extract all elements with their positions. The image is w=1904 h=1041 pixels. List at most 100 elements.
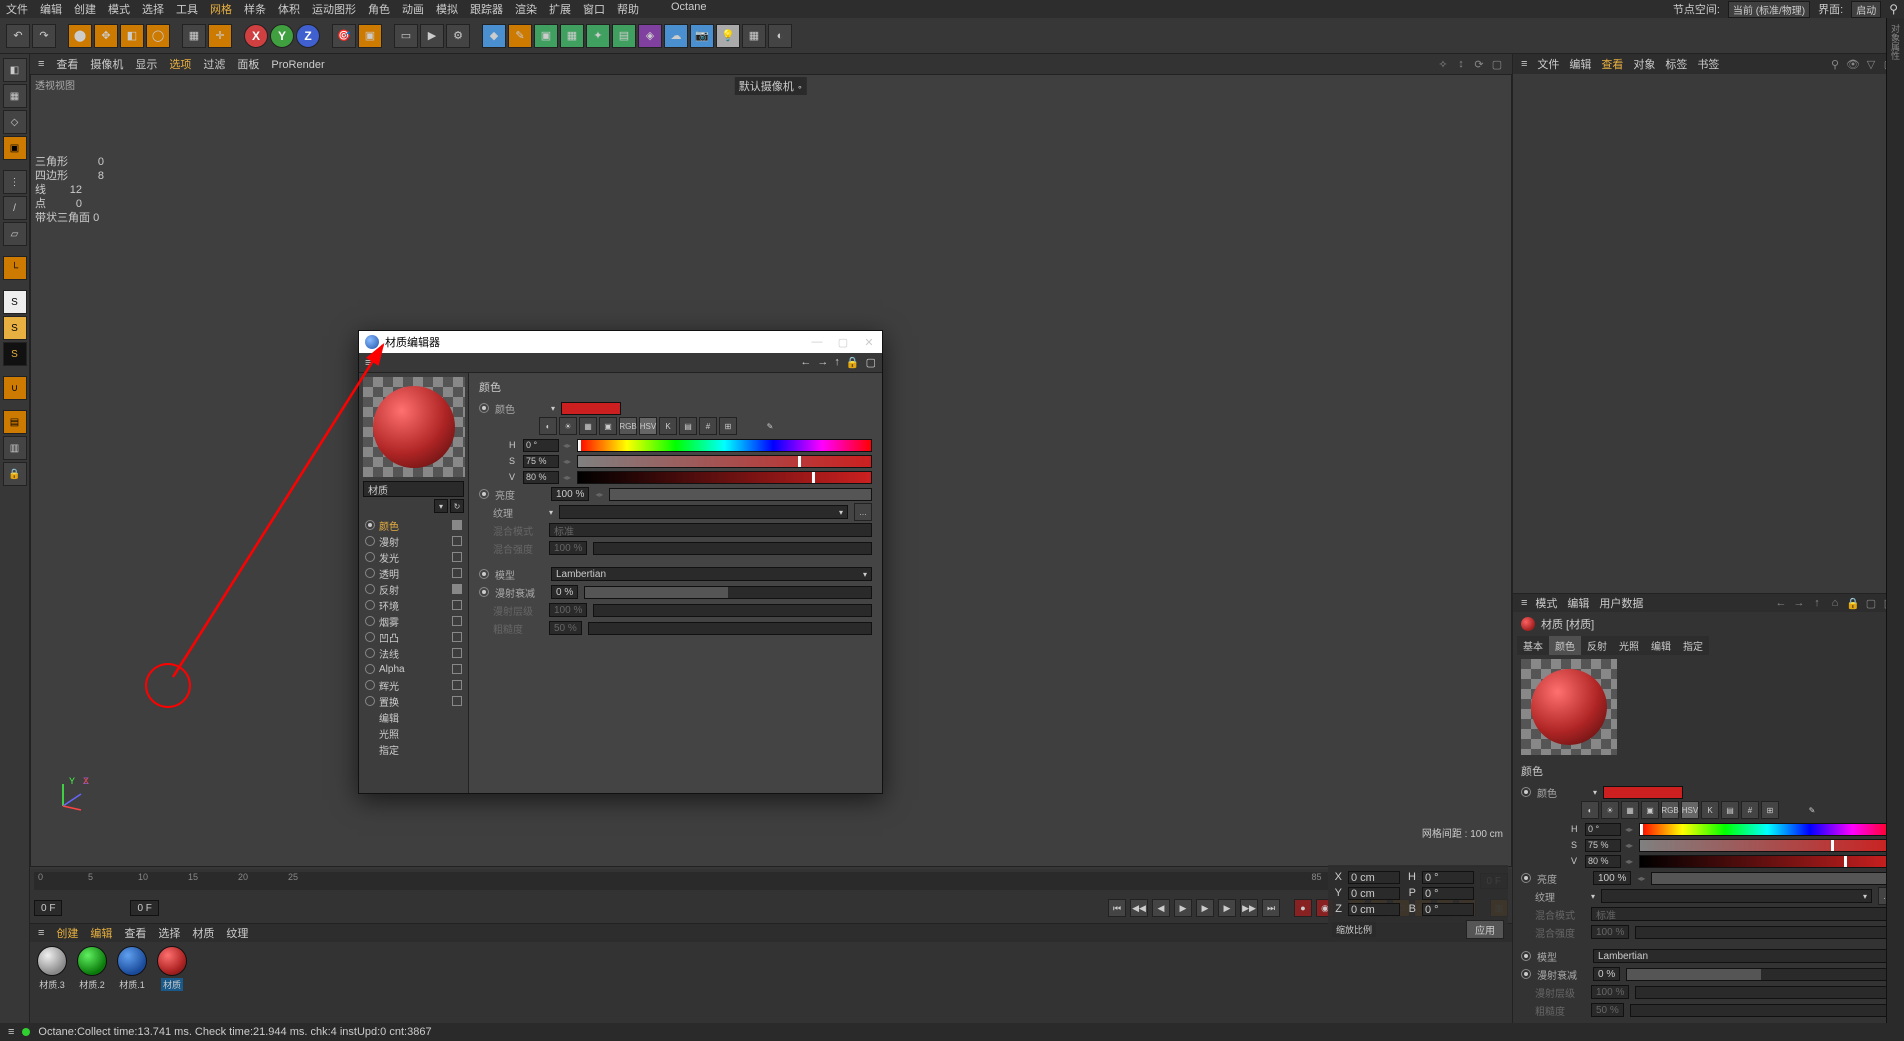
attr-home-icon[interactable]: ⌂ xyxy=(1828,596,1842,610)
rot-h-field[interactable]: 0 ° xyxy=(1422,871,1474,884)
vp-menu-6[interactable]: ProRender xyxy=(271,59,324,71)
y-axis-toggle[interactable]: Y xyxy=(270,24,294,48)
menu-扩展[interactable]: 扩展 xyxy=(549,1,571,17)
polys-mode-icon[interactable]: ▱ xyxy=(3,222,27,246)
obj-menu-5[interactable]: 书签 xyxy=(1697,59,1719,71)
pos-z-field[interactable]: 0 cm xyxy=(1348,903,1400,916)
channel-Alpha[interactable]: Alpha xyxy=(359,661,468,677)
ed-brightness-radio[interactable] xyxy=(479,489,489,499)
coord-system-button[interactable]: 🎯 xyxy=(332,24,356,48)
magnet-icon[interactable]: ∪ xyxy=(3,376,27,400)
nav-up-icon[interactable]: ↑ xyxy=(834,356,840,369)
model-dropdown[interactable]: Lambertian xyxy=(1593,949,1896,963)
object-mode-icon[interactable]: ▣ xyxy=(3,136,27,160)
hamburger-icon[interactable]: ≡ xyxy=(8,1026,14,1038)
generator-button[interactable]: ▣ xyxy=(534,24,558,48)
nav-new-icon[interactable]: ▢ xyxy=(866,356,876,369)
menu-动画[interactable]: 动画 xyxy=(402,1,424,17)
vp-menu-4[interactable]: 过滤 xyxy=(203,59,225,71)
subdivision-button[interactable]: ▦ xyxy=(560,24,584,48)
snapset-s2-icon[interactable]: S xyxy=(3,316,27,340)
axis-icon[interactable]: └ xyxy=(3,256,27,280)
vp-menu-5[interactable]: 面板 xyxy=(237,59,259,71)
attr-tab-2[interactable]: 反射 xyxy=(1581,636,1613,655)
eyedropper-icon[interactable]: ✎ xyxy=(1803,801,1821,819)
om-filter-icon[interactable]: ▽ xyxy=(1864,57,1878,71)
mat-menu-4[interactable]: 材质 xyxy=(192,928,214,940)
goto-end-button[interactable]: ⏭ xyxy=(1262,899,1280,917)
spline-button[interactable]: ✎ xyxy=(508,24,532,48)
ed-hue-slider[interactable] xyxy=(577,439,872,452)
next-key-button[interactable]: ▶▶ xyxy=(1240,899,1258,917)
menu-样条[interactable]: 样条 xyxy=(244,1,266,17)
picker-spectrum-icon[interactable]: ☀ xyxy=(1601,801,1619,819)
ed-picker-wheel-icon[interactable]: ◐ xyxy=(539,417,557,435)
menu-编辑[interactable]: 编辑 xyxy=(40,1,62,17)
ed-mixer-button[interactable]: ▤ xyxy=(679,417,697,435)
channel-置换[interactable]: 置换 xyxy=(359,693,468,709)
material-name-field[interactable]: 材质 xyxy=(363,481,464,497)
channel-烟雾[interactable]: 烟雾 xyxy=(359,613,468,629)
ed-sat-field[interactable]: 75 % xyxy=(523,455,559,468)
environment-button[interactable]: ☁ xyxy=(664,24,688,48)
obj-menu-0[interactable]: 文件 xyxy=(1537,59,1559,71)
nav-lock-icon[interactable]: 🔒 xyxy=(846,356,860,369)
pos-y-field[interactable]: 0 cm xyxy=(1348,887,1400,900)
menu-工具[interactable]: 工具 xyxy=(176,1,198,17)
null-object-button[interactable]: ◆ xyxy=(482,24,506,48)
falloff-field[interactable]: 0 % xyxy=(1593,967,1620,981)
ed-falloff-field[interactable]: 0 % xyxy=(551,585,578,599)
move-button[interactable]: ✥ xyxy=(94,24,118,48)
preview-opt1-button[interactable]: ▾ xyxy=(434,499,448,513)
menu-选择[interactable]: 选择 xyxy=(142,1,164,17)
ed-val-field[interactable]: 80 % xyxy=(523,471,559,484)
kelvin-button[interactable]: K xyxy=(1701,801,1719,819)
close-button[interactable]: ✕ xyxy=(862,336,876,349)
attr-lock-icon[interactable]: 🔒 xyxy=(1846,596,1860,610)
ed-picker-swatches-icon[interactable]: ▦ xyxy=(579,417,597,435)
play-fwd-button[interactable]: ▶ xyxy=(1196,899,1214,917)
viewport-config-icon[interactable]: ✧ xyxy=(1436,57,1450,71)
sky-button[interactable]: ◐ xyxy=(768,24,792,48)
menu-模拟[interactable]: 模拟 xyxy=(436,1,458,17)
ed-swatch-grid-icon[interactable]: ⊞ xyxy=(719,417,737,435)
material-swatch-2[interactable]: 材质.1 xyxy=(114,946,150,991)
undo-button[interactable]: ↶ xyxy=(6,24,30,48)
object-tree[interactable] xyxy=(1513,74,1904,593)
channel-颜色[interactable]: 颜色 xyxy=(359,517,468,533)
snapset-s-icon[interactable]: S xyxy=(3,290,27,314)
texture-dropdown[interactable] xyxy=(1601,889,1872,903)
rotate-button[interactable]: ◯ xyxy=(146,24,170,48)
rot-b-field[interactable]: 0 ° xyxy=(1422,903,1474,916)
ed-color-chip[interactable] xyxy=(561,402,621,415)
hamburger-icon[interactable]: ≡ xyxy=(38,58,44,70)
model-radio[interactable] xyxy=(1521,951,1531,961)
attr-fwd-icon[interactable]: → xyxy=(1792,596,1806,610)
ed-texture-dropdown[interactable] xyxy=(559,505,848,519)
obj-menu-1[interactable]: 编辑 xyxy=(1569,59,1591,71)
goto-start-button[interactable]: ⏮ xyxy=(1108,899,1126,917)
octane-menu[interactable]: Octane xyxy=(671,1,706,17)
attr-back-icon[interactable]: ← xyxy=(1774,596,1788,610)
hue-slider[interactable] xyxy=(1639,823,1896,836)
material-swatch-3[interactable]: 材质 xyxy=(154,946,190,991)
nav-fwd-icon[interactable]: → xyxy=(817,356,828,369)
ed-falloff-radio[interactable] xyxy=(479,587,489,597)
snapset-s3-icon[interactable]: S xyxy=(3,342,27,366)
hamburger-icon[interactable]: ≡ xyxy=(1521,597,1527,609)
scale-button[interactable]: ◧ xyxy=(120,24,144,48)
nav-back-icon[interactable]: ← xyxy=(800,356,811,369)
obj-menu-4[interactable]: 标签 xyxy=(1665,59,1687,71)
vp-menu-0[interactable]: 查看 xyxy=(56,59,78,71)
color-radio[interactable] xyxy=(1521,787,1531,797)
minimize-button[interactable]: — xyxy=(810,336,824,349)
right-dock-tabs[interactable]: 对象属性 xyxy=(1886,18,1904,1023)
channel-发光[interactable]: 发光 xyxy=(359,549,468,565)
ed-picker-image-icon[interactable]: ▣ xyxy=(599,417,617,435)
attr-up-icon[interactable]: ↑ xyxy=(1810,596,1824,610)
menu-体积[interactable]: 体积 xyxy=(278,1,300,17)
ed-color-radio[interactable] xyxy=(479,403,489,413)
menu-角色[interactable]: 角色 xyxy=(368,1,390,17)
workplane-icon[interactable]: ◇ xyxy=(3,110,27,134)
picker-wheel-icon[interactable]: ◐ xyxy=(1581,801,1599,819)
